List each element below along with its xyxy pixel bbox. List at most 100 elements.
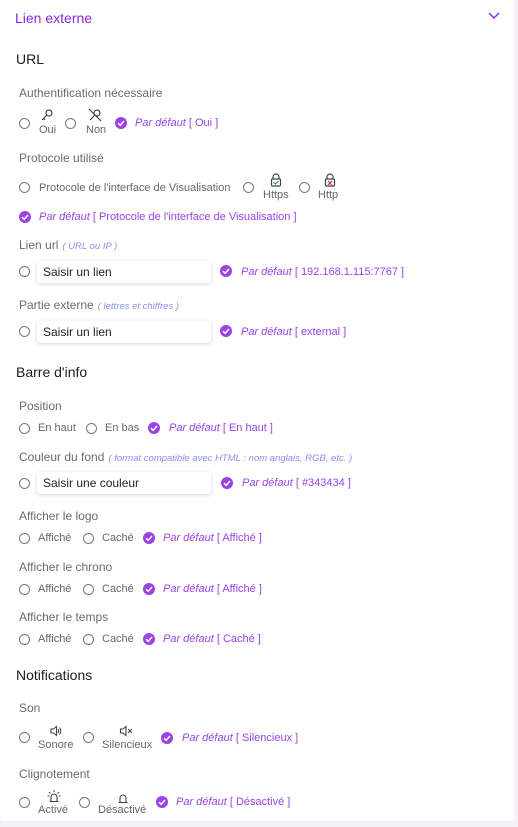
logo-radio-shown[interactable] bbox=[19, 533, 30, 544]
lock-x-icon bbox=[323, 173, 337, 187]
position-label: Position bbox=[19, 399, 62, 413]
link-label: Lien url( URL ou IP ) bbox=[19, 238, 117, 252]
external-radio[interactable] bbox=[19, 326, 30, 337]
panel-title: Lien externe bbox=[15, 10, 93, 26]
default-prefix: Par défaut bbox=[176, 796, 227, 808]
default-check-icon[interactable] bbox=[143, 583, 155, 595]
default-check-icon[interactable] bbox=[19, 211, 31, 223]
speaker-icon bbox=[49, 724, 63, 738]
auth-no-label: Non bbox=[86, 124, 107, 136]
bg-color-label-text: Couleur du fond bbox=[19, 450, 105, 464]
logo-default: Par défaut [ Affiché ] bbox=[163, 532, 262, 544]
default-prefix: Par défaut bbox=[39, 211, 90, 223]
settings-panel: Lien externe URL Authentification nécess… bbox=[0, 0, 514, 821]
default-check-icon[interactable] bbox=[115, 117, 127, 129]
logo-shown-label: Affiché bbox=[38, 532, 72, 544]
section-title-info-bar: Barre d'info bbox=[16, 364, 88, 380]
default-value: [ Affiché ] bbox=[216, 532, 262, 544]
default-value: [ Oui ] bbox=[188, 117, 219, 129]
default-prefix: Par défaut bbox=[163, 532, 214, 544]
sound-radio-silent[interactable] bbox=[83, 732, 94, 743]
protocol-http-label: Http bbox=[318, 189, 339, 201]
default-check-icon[interactable] bbox=[221, 477, 233, 489]
position-radio-top[interactable] bbox=[19, 423, 30, 434]
external-input[interactable]: Saisir un lien bbox=[37, 321, 211, 343]
default-value: [ external ] bbox=[294, 326, 347, 338]
position-default: Par défaut [ En haut ] bbox=[169, 422, 273, 434]
chevron-down-icon[interactable] bbox=[487, 9, 501, 21]
default-prefix: Par défaut bbox=[135, 117, 186, 129]
bg-color-label: Couleur du fond( format compatible avec … bbox=[19, 450, 352, 464]
section-title-notifications: Notifications bbox=[16, 667, 93, 683]
sound-label: Son bbox=[19, 701, 41, 715]
logo-label: Afficher le logo bbox=[19, 509, 99, 523]
external-label-text: Partie externe bbox=[19, 298, 94, 312]
chrono-radio-shown[interactable] bbox=[19, 584, 30, 595]
default-value: [ 192.168.1.115:7767 ] bbox=[294, 266, 405, 278]
external-label: Partie externe( lettres et chiffres ) bbox=[19, 298, 179, 312]
default-check-icon[interactable] bbox=[148, 422, 160, 434]
default-value: [ Désactivé ] bbox=[229, 796, 291, 808]
chrono-label: Afficher le chrono bbox=[19, 560, 113, 574]
bg-color-input[interactable]: Saisir une couleur bbox=[37, 472, 211, 494]
sound-radio-on[interactable] bbox=[19, 732, 30, 743]
protocol-default: Par défaut [ Protocole de l'interface de… bbox=[39, 211, 297, 223]
link-hint: ( URL ou IP ) bbox=[62, 241, 118, 252]
default-prefix: Par défaut bbox=[242, 477, 293, 489]
time-label: Afficher le temps bbox=[19, 610, 109, 624]
auth-radio-yes[interactable] bbox=[19, 118, 30, 129]
lock-check-icon bbox=[269, 173, 283, 187]
alarm-light-off-icon bbox=[116, 790, 130, 804]
protocol-radio-interface[interactable] bbox=[19, 182, 30, 193]
link-input[interactable]: Saisir un lien bbox=[37, 261, 211, 283]
protocol-https-label: Https bbox=[263, 189, 289, 201]
default-check-icon[interactable] bbox=[220, 325, 232, 337]
chrono-default: Par défaut [ Affiché ] bbox=[163, 583, 262, 595]
chrono-shown-label: Affiché bbox=[38, 583, 72, 595]
link-radio[interactable] bbox=[19, 266, 30, 277]
default-value: [ Affiché ] bbox=[216, 583, 262, 595]
default-check-icon[interactable] bbox=[143, 532, 155, 544]
sound-silent-label: Silencieux bbox=[102, 739, 153, 751]
default-prefix: Par défaut bbox=[169, 422, 220, 434]
default-check-icon[interactable] bbox=[161, 732, 173, 744]
time-radio-hidden[interactable] bbox=[83, 634, 94, 645]
bg-color-default: Par défaut [ #343434 ] bbox=[242, 477, 351, 489]
chrono-radio-hidden[interactable] bbox=[83, 584, 94, 595]
auth-yes-label: Oui bbox=[39, 124, 57, 136]
auth-label: Authentification nécessaire bbox=[19, 86, 163, 100]
position-radio-bottom[interactable] bbox=[86, 423, 97, 434]
blink-radio-off[interactable] bbox=[79, 797, 90, 808]
key-icon bbox=[40, 108, 54, 122]
chrono-hidden-label: Caché bbox=[102, 583, 134, 595]
default-value: [ Caché ] bbox=[216, 633, 261, 645]
blink-label: Clignotement bbox=[19, 767, 90, 781]
blink-radio-on[interactable] bbox=[19, 797, 30, 808]
default-prefix: Par défaut bbox=[163, 583, 214, 595]
bg-color-hint: ( format compatible avec HTML : nom angl… bbox=[108, 453, 353, 464]
section-title-url: URL bbox=[16, 51, 45, 67]
auth-radio-no[interactable] bbox=[65, 118, 76, 129]
bg-color-radio[interactable] bbox=[19, 478, 30, 489]
blink-off-label: Désactivé bbox=[98, 804, 147, 816]
external-hint: ( lettres et chiffres ) bbox=[97, 301, 180, 312]
default-check-icon[interactable] bbox=[156, 796, 168, 808]
position-top-label: En haut bbox=[38, 422, 76, 434]
default-value: [ Silencieux ] bbox=[235, 732, 299, 744]
default-prefix: Par défaut bbox=[241, 266, 292, 278]
link-default: Par défaut [ 192.168.1.115:7767 ] bbox=[241, 266, 404, 278]
protocol-radio-http[interactable] bbox=[299, 182, 310, 193]
protocol-radio-https[interactable] bbox=[243, 182, 254, 193]
logo-hidden-label: Caché bbox=[102, 532, 134, 544]
time-radio-shown[interactable] bbox=[19, 634, 30, 645]
default-value: [ #343434 ] bbox=[295, 477, 351, 489]
speaker-mute-icon bbox=[119, 724, 133, 738]
key-off-icon bbox=[88, 108, 102, 122]
default-check-icon[interactable] bbox=[143, 633, 155, 645]
logo-radio-hidden[interactable] bbox=[83, 533, 94, 544]
default-check-icon[interactable] bbox=[220, 265, 232, 277]
default-prefix: Par défaut bbox=[241, 326, 292, 338]
link-label-text: Lien url bbox=[19, 238, 59, 252]
blink-default: Par défaut [ Désactivé ] bbox=[176, 796, 290, 808]
blink-on-label: Activé bbox=[38, 804, 68, 816]
